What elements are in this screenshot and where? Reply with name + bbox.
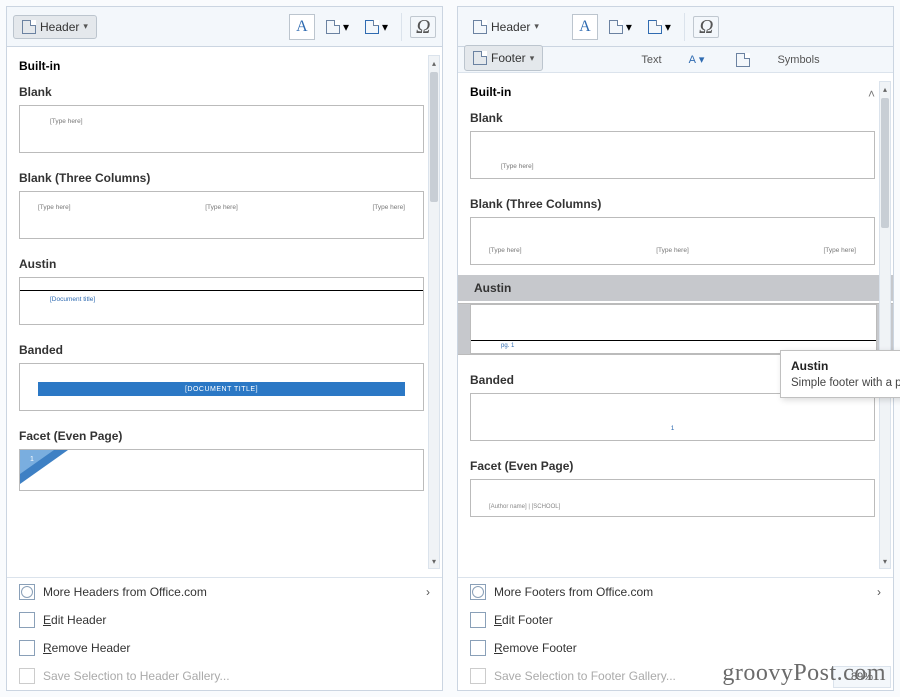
- ribbon-small-1[interactable]: ▾: [604, 17, 637, 37]
- header-gallery-panel: Header ▾ A ▾ ▾ Ω Built-in Blank [Type he…: [6, 6, 443, 691]
- chevron-right-icon: ›: [426, 585, 430, 599]
- preset-facet-even-thumb[interactable]: 1: [19, 449, 424, 491]
- ribbon-small-2[interactable]: ▾: [643, 17, 676, 37]
- watermark: groovyPost.com: [722, 660, 886, 687]
- preset-facet-even-thumb[interactable]: [Author name] | [SCHOOL]: [470, 479, 875, 517]
- ribbon-groups: Footer ▾ Text A▾ Symbols: [458, 47, 893, 73]
- ribbon: Header ▾ A ▾ ▾ Ω: [7, 7, 442, 47]
- page-remove-icon: [19, 640, 35, 656]
- page-icon: [470, 612, 486, 628]
- preset-austin-thumb[interactable]: [Document title]: [19, 277, 424, 325]
- scrollbar-thumb[interactable]: [881, 98, 889, 228]
- preset-three-cols-label[interactable]: Blank (Three Columns): [19, 163, 424, 189]
- header-dropdown-button[interactable]: Header ▾: [13, 15, 97, 39]
- page-icon: [19, 612, 35, 628]
- chevron-down-icon: ▾: [534, 21, 539, 32]
- save-selection-menu-item: Save Selection to Header Gallery...: [7, 662, 442, 690]
- header-button-label: Header: [40, 20, 79, 34]
- omega-button[interactable]: Ω: [410, 16, 436, 38]
- section-title: Built-in: [470, 81, 875, 103]
- preset-blank-label[interactable]: Blank: [19, 77, 424, 103]
- preset-blank-thumb[interactable]: [Type here]: [470, 131, 875, 179]
- footer-gallery-panel: Header ▾ A ▾ ▾ Ω Footer ▾ Text A▾ Symbol…: [457, 6, 894, 691]
- ribbon-small-4[interactable]: [731, 50, 755, 70]
- ribbon-small-3[interactable]: A▾: [684, 50, 710, 69]
- preset-austin-label[interactable]: Austin: [458, 275, 893, 301]
- more-headers-menu-item[interactable]: More Headers from Office.com ›: [7, 578, 442, 606]
- preset-blank-label[interactable]: Blank: [470, 103, 875, 129]
- preset-austin-thumb[interactable]: pg. 1: [458, 303, 893, 355]
- preset-facet-even-label[interactable]: Facet (Even Page): [19, 421, 424, 447]
- chevron-right-icon: ›: [877, 585, 881, 599]
- preset-three-cols-label[interactable]: Blank (Three Columns): [470, 189, 875, 215]
- globe-icon: [470, 584, 486, 600]
- symbols-group-label: Symbols: [777, 54, 819, 66]
- chevron-down-icon: ▾: [83, 21, 88, 32]
- chevron-down-icon: ▾: [530, 53, 535, 64]
- scrollbar[interactable]: ▴ ▾: [879, 81, 891, 569]
- save-icon: [470, 668, 486, 684]
- collapse-ribbon-icon[interactable]: ˄: [868, 87, 875, 101]
- tooltip-title: Austin: [791, 359, 900, 373]
- more-footers-menu-item[interactable]: More Footers from Office.com ›: [458, 578, 893, 606]
- remove-header-menu-item[interactable]: Remove Header: [7, 634, 442, 662]
- text-box-icon[interactable]: A: [572, 14, 598, 40]
- scroll-down-arrow-icon[interactable]: ▾: [880, 554, 890, 568]
- preset-three-cols-thumb[interactable]: [Type here] [Type here] [Type here]: [470, 217, 875, 265]
- preset-three-cols-thumb[interactable]: [Type here] [Type here] [Type here]: [19, 191, 424, 239]
- edit-footer-menu-item[interactable]: Edit Footer: [458, 606, 893, 634]
- scrollbar[interactable]: ▴ ▾: [428, 55, 440, 569]
- preset-blank-thumb[interactable]: [Type here]: [19, 105, 424, 153]
- page-icon: [473, 20, 487, 34]
- preset-banded-label[interactable]: Banded: [19, 335, 424, 361]
- preset-facet-even-label[interactable]: Facet (Even Page): [470, 451, 875, 477]
- header-gallery-dropdown: Built-in Blank [Type here] Blank (Three …: [7, 47, 442, 690]
- save-icon: [19, 668, 35, 684]
- header-dropdown-button[interactable]: Header ▾: [464, 15, 548, 39]
- preset-tooltip: Austin Simple footer with a page border: [780, 350, 900, 398]
- scroll-up-arrow-icon[interactable]: ▴: [880, 82, 890, 96]
- edit-header-menu-item[interactable]: Edit Header: [7, 606, 442, 634]
- scroll-down-arrow-icon[interactable]: ▾: [429, 554, 439, 568]
- ribbon-small-1[interactable]: ▾: [321, 17, 354, 37]
- dropdown-footer: More Headers from Office.com › Edit Head…: [7, 577, 442, 690]
- page-icon: [473, 51, 487, 65]
- text-group-label: Text: [641, 54, 661, 66]
- preset-banded-thumb[interactable]: [DOCUMENT TITLE]: [19, 363, 424, 411]
- page-remove-icon: [470, 640, 486, 656]
- ribbon-small-2[interactable]: ▾: [360, 17, 393, 37]
- preset-austin-label[interactable]: Austin: [19, 249, 424, 275]
- scroll-up-arrow-icon[interactable]: ▴: [429, 56, 439, 70]
- text-box-icon[interactable]: A: [289, 14, 315, 40]
- section-title: Built-in: [19, 55, 424, 77]
- omega-button[interactable]: Ω: [693, 16, 719, 38]
- preset-banded-thumb[interactable]: 1: [470, 393, 875, 441]
- tooltip-desc: Simple footer with a page border: [791, 377, 900, 389]
- globe-icon: [19, 584, 35, 600]
- page-icon: [22, 20, 36, 34]
- ribbon: Header ▾ A ▾ ▾ Ω: [458, 7, 893, 47]
- footer-dropdown-button[interactable]: Footer ▾: [464, 45, 543, 71]
- scrollbar-thumb[interactable]: [430, 72, 438, 202]
- remove-footer-menu-item[interactable]: Remove Footer: [458, 634, 893, 662]
